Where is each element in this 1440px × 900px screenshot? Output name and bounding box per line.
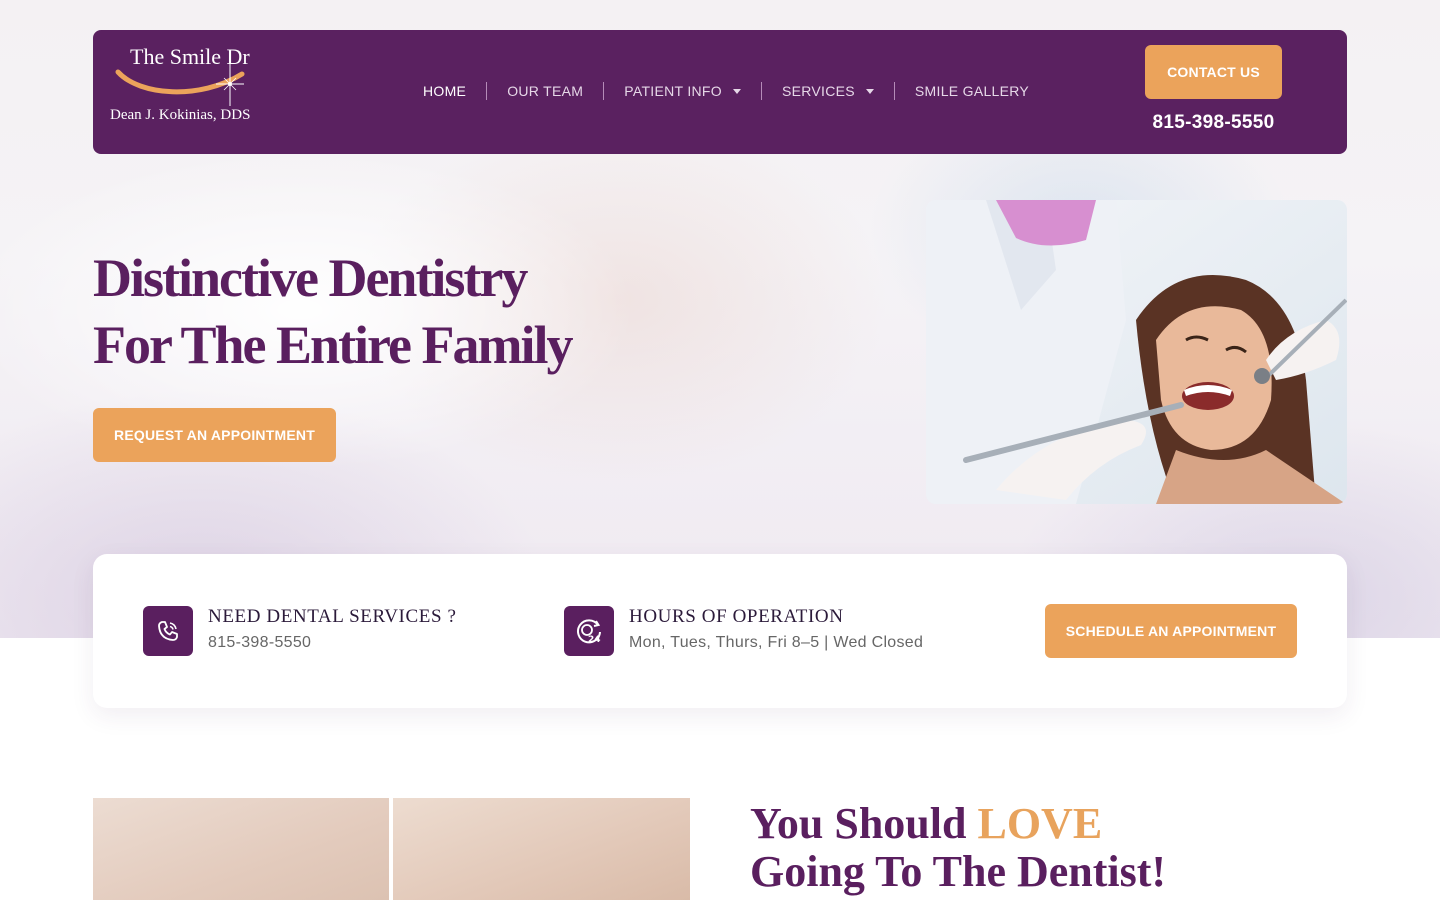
schedule-appointment-button[interactable]: SCHEDULE AN APPOINTMENT xyxy=(1045,604,1297,658)
logo-subtitle: Dean J. Kokinias, DDS xyxy=(110,107,251,123)
logo[interactable]: The Smile Dr Dean J. Kokinias, DDS xyxy=(110,42,270,132)
contact-us-button[interactable]: CONTACT US xyxy=(1145,45,1282,99)
nav-item-label: HOME xyxy=(423,83,467,99)
nav-item-smile-gallery[interactable]: SMILE GALLERY xyxy=(895,83,1049,99)
hero-title-line2: For The Entire Family xyxy=(93,315,574,375)
clock-24-icon: 24 xyxy=(564,606,614,656)
chevron-down-icon xyxy=(732,88,741,94)
services-phone[interactable]: 815-398-5550 xyxy=(208,634,311,652)
nav-item-label: SERVICES xyxy=(781,83,855,99)
after-photo xyxy=(393,798,690,900)
hero-title-line1: Distinctive Dentistry xyxy=(93,248,528,308)
smile-comparison-photos xyxy=(93,798,690,900)
love-heading-accent: LOVE xyxy=(977,799,1103,848)
nav-item-patient-info[interactable]: PATIENT INFO xyxy=(604,83,761,99)
love-heading-line1: You Should LOVE xyxy=(750,800,1350,848)
request-appointment-button[interactable]: REQUEST AN APPOINTMENT xyxy=(93,408,336,462)
hours-title: HOURS OF OPERATION xyxy=(629,606,844,627)
main-nav: HOME OUR TEAM PATIENT INFO SERVICES SMIL… xyxy=(403,82,1049,100)
site-header: The Smile Dr Dean J. Kokinias, DDS HOME … xyxy=(93,30,1347,154)
love-heading-prefix: You Should xyxy=(750,799,978,848)
love-dentist-heading: You Should LOVE Going To The Dentist! xyxy=(750,800,1350,896)
svg-text:24: 24 xyxy=(588,635,601,645)
dental-patient-illustration xyxy=(926,200,1347,504)
nav-item-our-team[interactable]: OUR TEAM xyxy=(487,83,603,99)
phone-icon xyxy=(143,606,193,656)
hours-text: Mon, Tues, Thurs, Fri 8–5 | Wed Closed xyxy=(629,634,924,651)
hero-photo-dental-patient xyxy=(926,200,1347,504)
services-title: NEED DENTAL SERVICES ? xyxy=(208,606,457,627)
header-phone-link[interactable]: 815-398-5550 xyxy=(1145,112,1282,134)
love-heading-line2: Going To The Dentist! xyxy=(750,847,1167,896)
hero-title: Distinctive Dentistry For The Entire Fam… xyxy=(93,245,653,379)
info-card: NEED DENTAL SERVICES ? 815-398-5550 24 H… xyxy=(93,554,1347,708)
nav-item-services[interactable]: SERVICES xyxy=(762,83,894,99)
before-photo xyxy=(93,798,389,900)
chevron-down-icon xyxy=(865,88,874,94)
nav-item-home[interactable]: HOME xyxy=(403,83,486,99)
nav-item-label: OUR TEAM xyxy=(507,83,584,99)
nav-item-label: SMILE GALLERY xyxy=(914,83,1030,99)
nav-item-label: PATIENT INFO xyxy=(624,83,722,99)
